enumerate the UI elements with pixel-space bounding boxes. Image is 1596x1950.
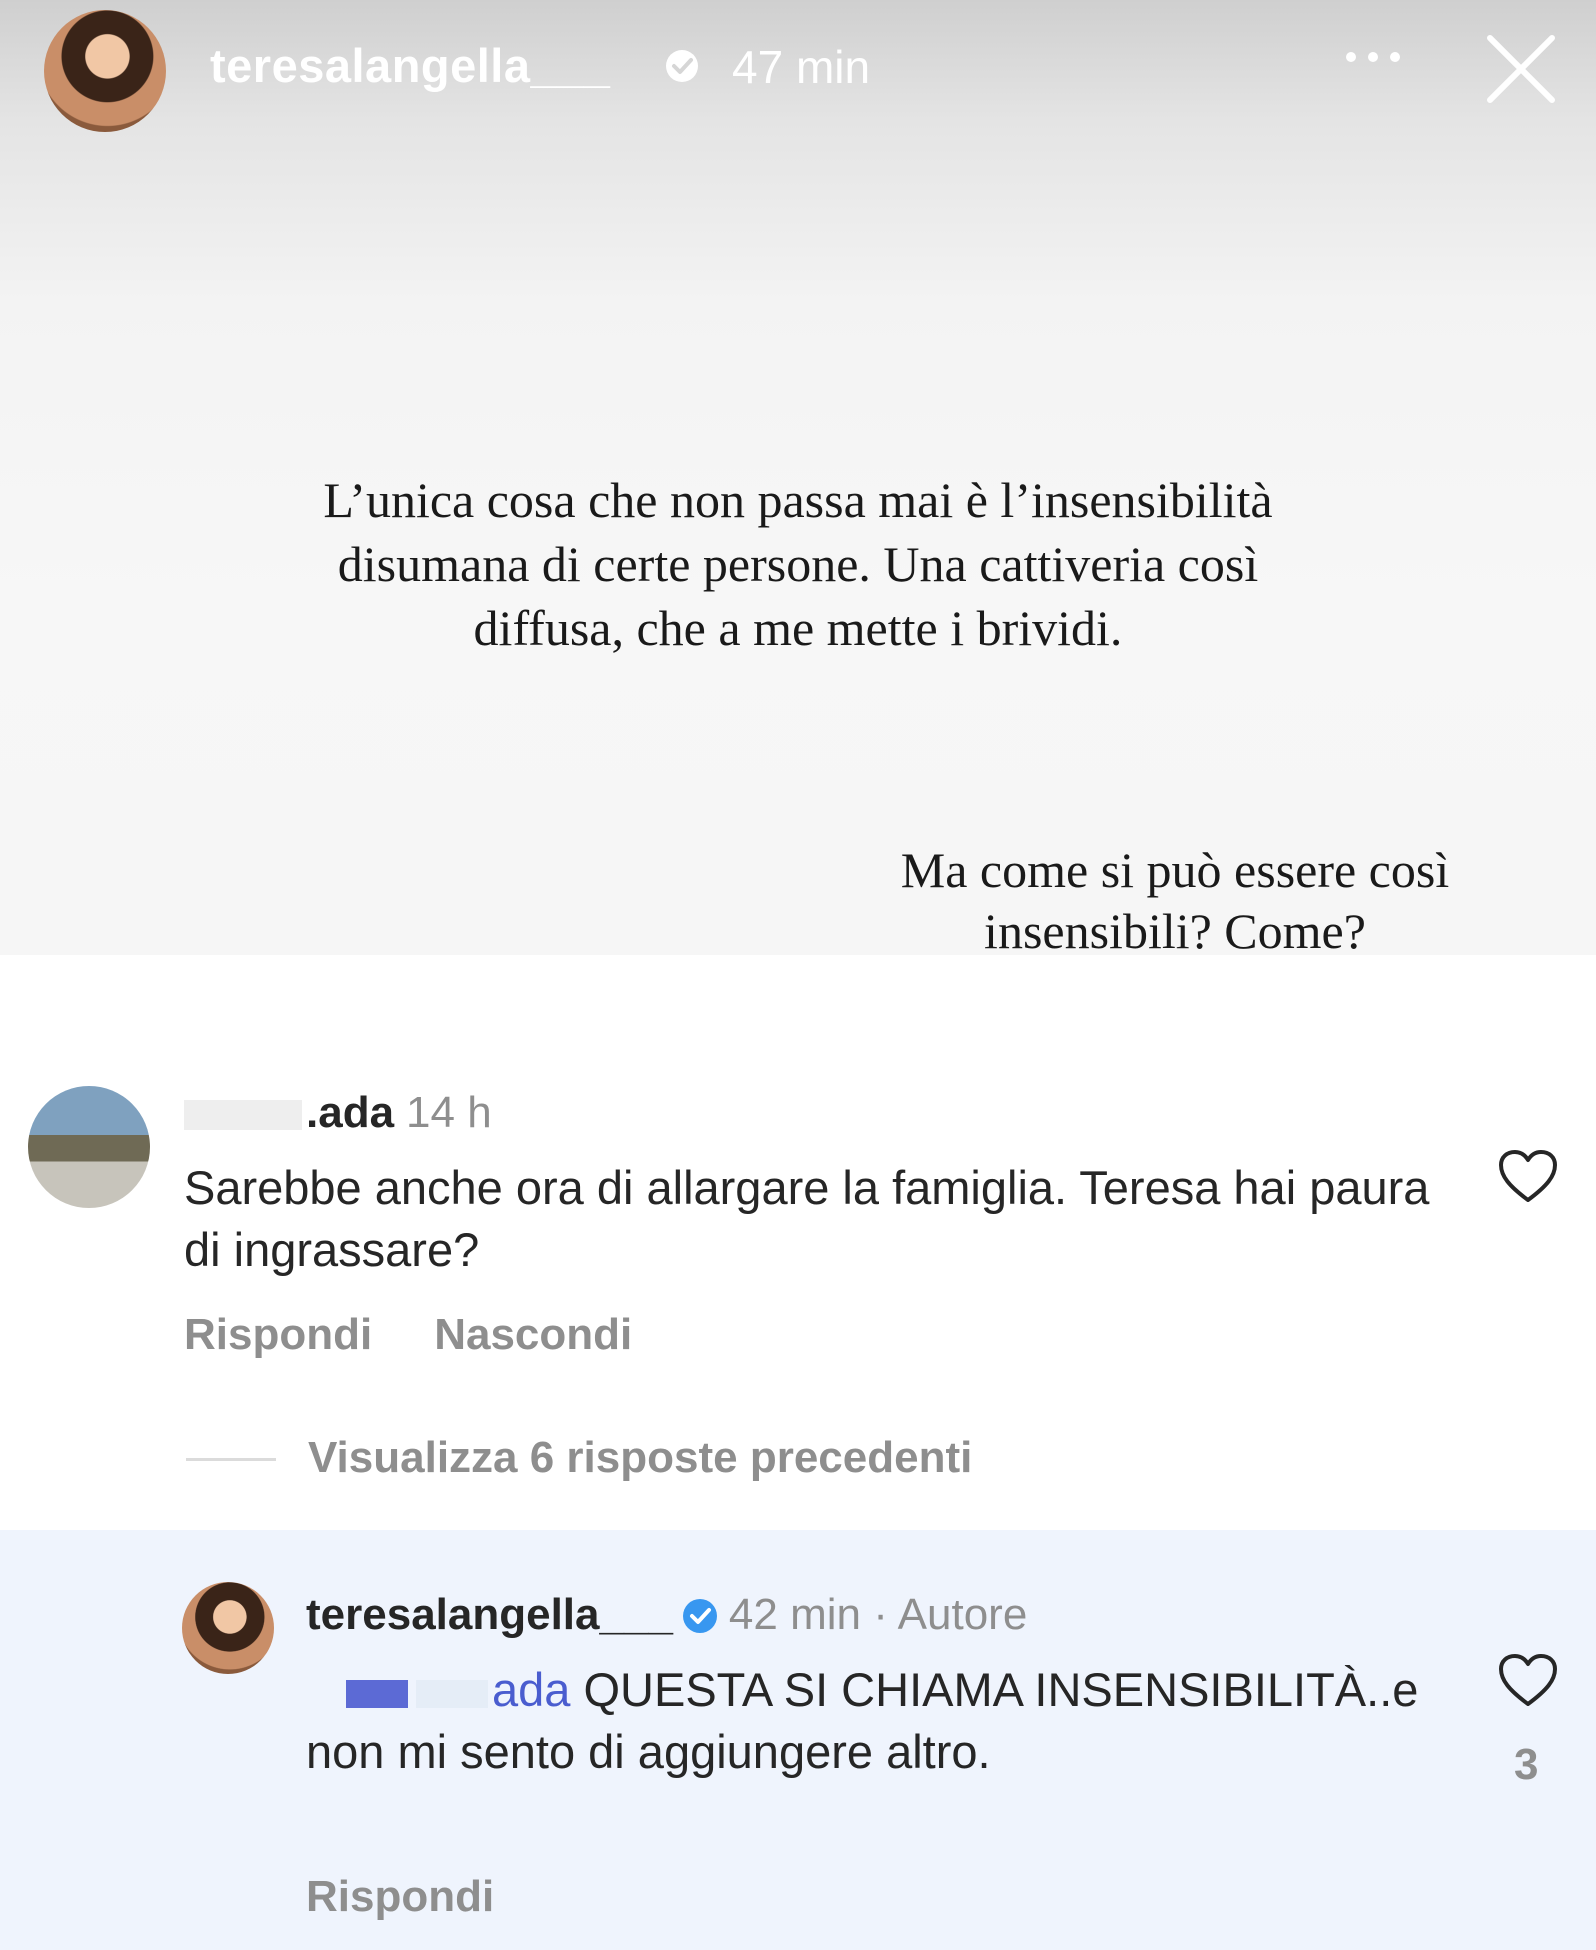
- story-timestamp: 47 min: [732, 41, 871, 93]
- redacted-mention-blur: [416, 1679, 488, 1708]
- view-replies-line: [186, 1458, 276, 1461]
- commenter-username[interactable]: .ada: [306, 1088, 394, 1137]
- more-options-icon[interactable]: [1340, 46, 1406, 68]
- story-frame: teresalangella___ 47 min L’unica cosa ch…: [0, 0, 1596, 959]
- verified-badge-icon: [682, 1599, 717, 1633]
- hide-button[interactable]: Nascondi: [434, 1310, 632, 1359]
- story-quote-text: L’unica cosa che non passa mai è l’insen…: [323, 472, 1273, 656]
- reply-header: teresalangella___ 42 min · Autore: [306, 1590, 1027, 1640]
- reply-author-avatar[interactable]: [182, 1582, 274, 1674]
- story-avatar[interactable]: [44, 10, 166, 132]
- comment-actions: Rispondi Nascondi: [184, 1310, 694, 1360]
- like-heart-icon[interactable]: [1497, 1148, 1559, 1204]
- reply-meta: 42 min · Autore: [728, 1590, 1028, 1639]
- like-count: 3: [1514, 1740, 1539, 1789]
- comment-header: .ada 14 h: [184, 1088, 492, 1138]
- reply-button[interactable]: Rispondi: [184, 1310, 372, 1359]
- close-icon[interactable]: [1484, 32, 1558, 106]
- story-question-text: Ma come si può essere così insensibili? …: [900, 842, 1450, 959]
- mention-link[interactable]: ada: [492, 1663, 570, 1716]
- verified-badge-icon: [666, 50, 698, 82]
- commenter-avatar[interactable]: [28, 1086, 150, 1208]
- redacted-username: [184, 1100, 302, 1131]
- story-username[interactable]: teresalangella___: [210, 38, 610, 93]
- comment-timestamp: 14 h: [406, 1088, 492, 1137]
- view-previous-replies-button[interactable]: Visualizza 6 risposte precedenti: [308, 1433, 972, 1483]
- redacted-mention: [346, 1679, 408, 1708]
- reply-text-container: ada QUESTA SI CHIAMA INSENSIBILITÀ..e no…: [306, 1659, 1456, 1783]
- story-header: teresalangella___ 47 min: [0, 0, 1596, 140]
- comment-text: Sarebbe anche ora di allargare la famigl…: [184, 1161, 1430, 1276]
- reply-username[interactable]: teresalangella___: [306, 1590, 673, 1639]
- like-heart-icon[interactable]: [1497, 1652, 1559, 1708]
- reply-button[interactable]: Rispondi: [306, 1872, 494, 1922]
